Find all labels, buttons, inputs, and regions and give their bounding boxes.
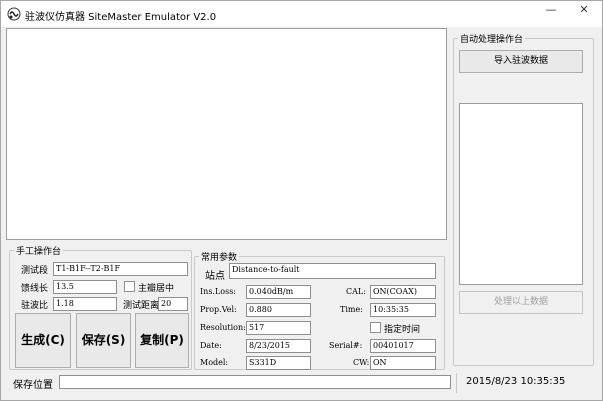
status-bar: 保存位置 2015/8/23 10:35:35 [1,371,602,400]
center-peak-checkbox[interactable] [124,281,135,292]
time-input[interactable]: 10:35:35 [370,303,436,317]
app-logo-icon [7,7,21,21]
test-distance-label: 测试距离 [123,301,160,311]
generate-button[interactable]: 生成(C) [15,313,71,368]
save-location-input[interactable] [59,375,451,389]
serial-input[interactable]: 00401017 [370,339,436,353]
process-data-button[interactable]: 处理以上数据 [459,291,583,314]
wave-ratio-input[interactable]: 1.18 [53,297,117,311]
serial-label: Serial#: [329,341,363,350]
auto-console-title: 自动处理操作台 [460,35,524,45]
segment-input[interactable]: T1-B1F--T2-B1F [53,262,188,276]
prop-vel-input[interactable]: 0.880 [246,303,311,317]
site-label: 站点 [205,271,225,282]
wave-ratio-label: 驻波比 [21,301,49,311]
title-bar[interactable]: 驻波仪仿真器 SiteMaster Emulator V2.0 — ✕ [1,1,602,27]
time-label: Time: [340,305,363,314]
close-button[interactable]: ✕ [569,1,599,21]
ins-loss-label: Ins.Loss: [200,287,236,296]
date-label: Date: [200,341,222,350]
model-label: Model: [200,358,229,367]
window-title: 驻波仪仿真器 SiteMaster Emulator V2.0 [25,12,217,23]
save-button[interactable]: 保存(S) [76,313,131,368]
minimize-button[interactable]: — [537,1,565,21]
date-input[interactable]: 8/23/2015 [246,339,311,353]
status-datetime: 2015/8/23 10:35:35 [466,376,566,387]
import-data-button[interactable]: 导入驻波数据 [459,50,583,73]
model-input[interactable]: S331D [246,356,311,370]
test-distance-input[interactable]: 20 [158,297,188,311]
app-window: 驻波仪仿真器 SiteMaster Emulator V2.0 — ✕ 自动处理… [0,0,603,401]
status-divider [456,373,457,393]
data-listbox[interactable] [459,103,583,285]
cal-label: CAL: [346,287,366,296]
cw-label: CW: [353,358,370,367]
chart-canvas[interactable] [6,28,447,240]
center-peak-label: 主瓣居中 [138,284,175,294]
ins-loss-input[interactable]: 0.040dB/m [246,285,311,299]
prop-vel-label: Prop.Vel: [200,305,237,314]
common-params-title: 常用参数 [201,253,238,263]
copy-button[interactable]: 复制(P) [135,313,189,368]
site-input[interactable]: Distance-to-fault [229,263,436,279]
specify-time-label: 指定时间 [384,325,421,335]
cable-length-label: 馈线长 [21,284,49,294]
resolution-input[interactable]: 517 [246,321,311,335]
manual-console-title: 手工操作台 [16,247,62,257]
resolution-label: Resolution: [200,323,246,332]
cw-input[interactable]: ON [370,356,436,370]
segment-label: 测试段 [21,266,49,276]
cable-length-input[interactable]: 13.5 [53,280,117,294]
cal-input[interactable]: ON(COAX) [370,285,436,299]
save-location-label: 保存位置 [13,380,53,391]
specify-time-checkbox[interactable] [370,322,381,333]
